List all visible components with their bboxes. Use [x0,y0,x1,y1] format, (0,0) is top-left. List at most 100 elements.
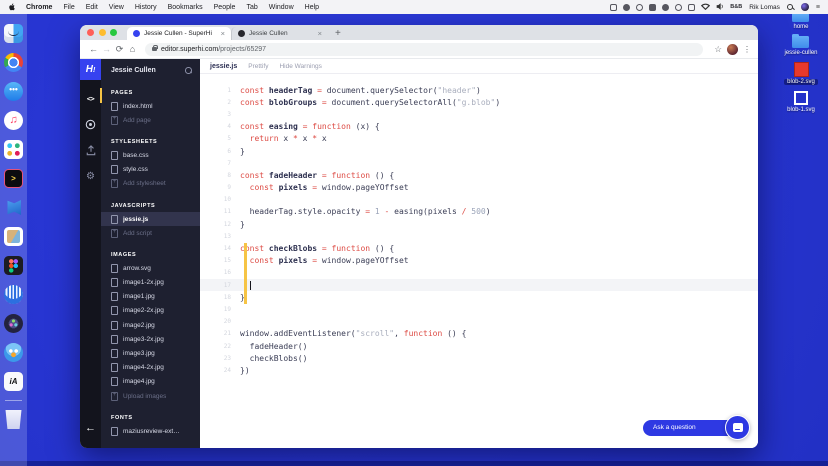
search-icon[interactable] [185,67,192,74]
menu-item-file[interactable]: File [63,4,74,11]
active-app-name[interactable]: Chrome [26,4,52,11]
dock-trash-icon[interactable] [4,410,23,429]
file-item-image2-2x-jpg[interactable]: image2-2x.jpg [101,304,200,318]
file-item-image2-jpg[interactable]: image2.jpg [101,318,200,332]
chrome-menu-icon[interactable]: ⋮ [743,45,751,54]
minimize-window-button[interactable] [99,29,106,36]
prettify-button[interactable]: Prettify [248,63,268,70]
zoom-window-button[interactable] [110,29,117,36]
file-item-base-css[interactable]: base.css [101,148,200,162]
menu-extra-icon[interactable] [675,4,682,11]
code-line-15[interactable]: 15 const pixels = window.pageYOffset [200,255,758,267]
hide-warnings-button[interactable]: Hide Warnings [279,63,321,70]
dock-codeapp-icon[interactable] [4,198,23,217]
file-item-image4-2x-jpg[interactable]: image4-2x.jpg [101,361,200,375]
dock-preview-icon[interactable] [4,227,23,246]
dock-figma-icon[interactable] [4,256,23,275]
file-item-image3-2x-jpg[interactable]: image3-2x.jpg [101,332,200,346]
menu-item-history[interactable]: History [135,4,157,11]
address-bar[interactable]: editor.superhi.com/projects/65297 [145,43,703,56]
close-window-button[interactable] [87,29,94,36]
profile-avatar[interactable] [727,44,738,55]
preview-eye-icon[interactable] [80,117,101,132]
menu-extra-icon[interactable] [623,4,630,11]
reload-button[interactable]: ⟳ [113,44,126,55]
menu-item-edit[interactable]: Edit [86,4,98,11]
menu-item-tab[interactable]: Tab [246,4,257,11]
code-line-18[interactable]: 18} [200,291,758,303]
dock-messages-icon[interactable] [4,82,23,101]
dock-finder-icon[interactable] [4,24,23,43]
code-line-19[interactable]: 19 [200,303,758,315]
menu-item-help[interactable]: Help [305,4,319,11]
code-line-21[interactable]: 21window.addEventListener("scroll", func… [200,328,758,340]
ssl-lock-icon[interactable] [152,47,157,51]
dock-music-icon[interactable]: ♫ [4,111,23,130]
tab-jessie-cullen[interactable]: Jessie Cullen × [231,27,328,40]
menu-extra-icon[interactable] [649,4,656,11]
code-line-9[interactable]: 9 const pixels = window.pageYOffset [200,182,758,194]
code-line-20[interactable]: 20 [200,316,758,328]
dock-bird-icon[interactable] [4,343,23,362]
code-line-23[interactable]: 23 checkBlobs() [200,352,758,364]
code-line-16[interactable]: 16 [200,267,758,279]
settings-gear-icon[interactable]: ⚙ [80,169,101,184]
menu-extra-icon[interactable] [636,4,643,11]
desktop-icon-blob-2-svg[interactable]: blob-2.svg [784,62,818,85]
code-line-4[interactable]: 4const easing = function (x) { [200,121,758,133]
code-line-14[interactable]: 14const checkBlobs = function () { [200,242,758,254]
menu-extra-icon[interactable] [610,4,617,11]
code-line-10[interactable]: 10 [200,194,758,206]
close-tab-icon[interactable]: × [221,29,225,38]
siri-icon[interactable] [801,3,809,11]
back-button[interactable]: ← [87,44,100,54]
code-line-24[interactable]: 24}) [200,364,758,376]
action-upload-images[interactable]: Upload images [101,389,200,403]
code-view-icon[interactable]: <> [80,91,101,106]
code-line-6[interactable]: 6} [200,145,758,157]
superhi-logo[interactable]: H! [80,59,101,80]
close-tab-icon[interactable]: × [318,29,322,38]
file-item-image1-jpg[interactable]: image1.jpg [101,290,200,304]
code-line-13[interactable]: 13 [200,230,758,242]
code-line-2[interactable]: 2const blobGroups = document.querySelect… [200,96,758,108]
code-editor[interactable]: 1const headerTag = document.querySelecto… [200,74,758,448]
code-line-8[interactable]: 8const fadeHeader = function () { [200,169,758,181]
dock-screenflow-icon[interactable] [4,314,23,333]
file-item-arrow-svg[interactable]: arrow.svg [101,261,200,275]
desktop-icon-home[interactable]: home [790,13,811,30]
forward-button[interactable]: → [100,44,113,54]
code-line-12[interactable]: 12} [200,218,758,230]
menu-item-people[interactable]: People [214,4,236,11]
action-add-stylesheet[interactable]: Add stylesheet [101,177,200,191]
dock-stripes-icon[interactable] [4,285,23,304]
chat-bubble-button[interactable] [725,415,750,440]
notification-center-icon[interactable]: ≡ [816,4,820,11]
file-item-index-html[interactable]: index.html [101,99,200,113]
menu-item-bookmarks[interactable]: Bookmarks [168,4,203,11]
new-tab-button[interactable]: + [335,27,341,40]
code-line-22[interactable]: 22 fadeHeader() [200,340,758,352]
apple-menu-icon[interactable] [8,3,16,11]
back-to-dashboard-icon[interactable]: ← [80,422,101,434]
code-line-11[interactable]: 11 headerTag.style.opacity = 1 - easing(… [200,206,758,218]
file-item-jessie-js[interactable]: jessie.js [101,212,200,226]
file-item-style-css[interactable]: style.css [101,163,200,177]
desktop-icon-blob-1-svg[interactable]: blob-1.svg [784,91,818,113]
file-item-image3-jpg[interactable]: image3.jpg [101,346,200,360]
screen-mirroring-icon[interactable] [688,4,695,11]
dock-ia-icon[interactable]: iA [4,372,23,391]
menu-extra-icon[interactable] [662,4,669,11]
dock-slack-icon[interactable] [4,140,23,159]
volume-icon[interactable] [716,3,724,12]
home-button[interactable]: ⌂ [126,44,139,54]
fast-user-switch-label[interactable]: Rik Lomas [749,4,780,11]
dock-terminal-icon[interactable]: > [4,169,23,188]
menu-item-view[interactable]: View [109,4,124,11]
code-line-1[interactable]: 1const headerTag = document.querySelecto… [200,84,758,96]
tab-jessie-cullen-superhi[interactable]: Jessie Cullen - SuperHi × [127,27,231,40]
file-item-image4-jpg[interactable]: image4.jpg [101,375,200,389]
action-add-script[interactable]: Add script [101,226,200,240]
spotlight-search-icon[interactable] [787,4,794,11]
code-line-3[interactable]: 3 [200,108,758,120]
